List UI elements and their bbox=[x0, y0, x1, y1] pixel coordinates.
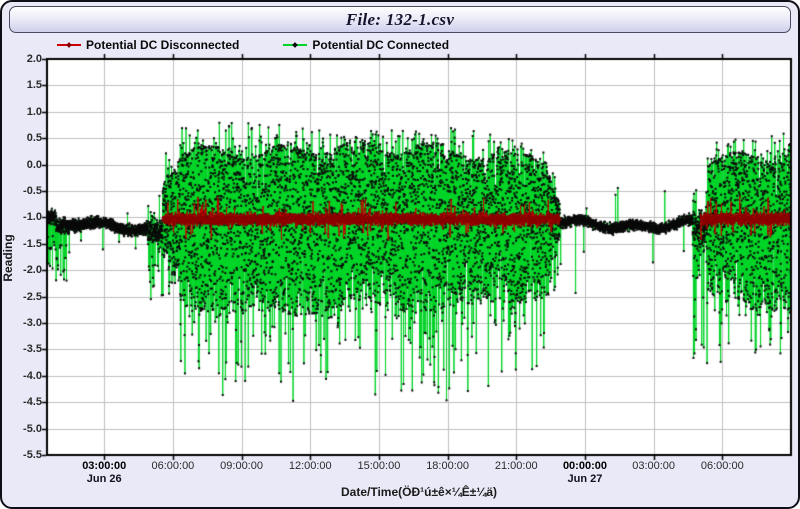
legend-item-disconnected[interactable]: Potential DC Disconnected bbox=[57, 38, 239, 52]
plot-area[interactable] bbox=[4, 34, 798, 498]
y-tick-label: 2.0 bbox=[2, 53, 42, 65]
y-tick-label: -5.0 bbox=[2, 423, 42, 435]
y-tick-label: 0.0 bbox=[2, 159, 42, 171]
y-axis-title: Reading bbox=[1, 227, 15, 289]
legend-label-connected: Potential DC Connected bbox=[312, 38, 449, 52]
y-tick-label: -2.5 bbox=[2, 291, 42, 303]
y-tick-label: 1.5 bbox=[2, 79, 42, 91]
green-line-marker-icon bbox=[283, 44, 307, 46]
y-tick-label: -1.0 bbox=[2, 211, 42, 223]
legend-item-connected[interactable]: Potential DC Connected bbox=[283, 38, 449, 52]
window-title: File: 132-1.csv bbox=[346, 10, 454, 30]
y-tick-label: -5.5 bbox=[2, 449, 42, 461]
y-tick-label: -3.0 bbox=[2, 317, 42, 329]
y-tick-label: 0.5 bbox=[2, 132, 42, 144]
y-tick-label: -0.5 bbox=[2, 185, 42, 197]
y-tick-label: 1.0 bbox=[2, 106, 42, 118]
x-axis-title: Date/Time(ÖÐ¹ú±ê×¼Ê±¼ä) bbox=[219, 485, 619, 499]
y-tick-label: -4.0 bbox=[2, 370, 42, 382]
red-line-marker-icon bbox=[57, 44, 81, 46]
x-tick-label: 06:00:00 bbox=[682, 460, 762, 472]
legend-label-disconnected: Potential DC Disconnected bbox=[86, 38, 239, 52]
chart-window: File: 132-1.csv Potential DC Disconnecte… bbox=[0, 0, 800, 509]
title-bar: File: 132-1.csv bbox=[9, 6, 791, 33]
y-tick-label: -3.5 bbox=[2, 343, 42, 355]
y-tick-label: -4.5 bbox=[2, 396, 42, 408]
x-tick-date-label: Jun 27 bbox=[545, 473, 625, 485]
chart-legend: Potential DC Disconnected Potential DC C… bbox=[57, 38, 449, 52]
x-tick-date-label: Jun 26 bbox=[64, 473, 144, 485]
